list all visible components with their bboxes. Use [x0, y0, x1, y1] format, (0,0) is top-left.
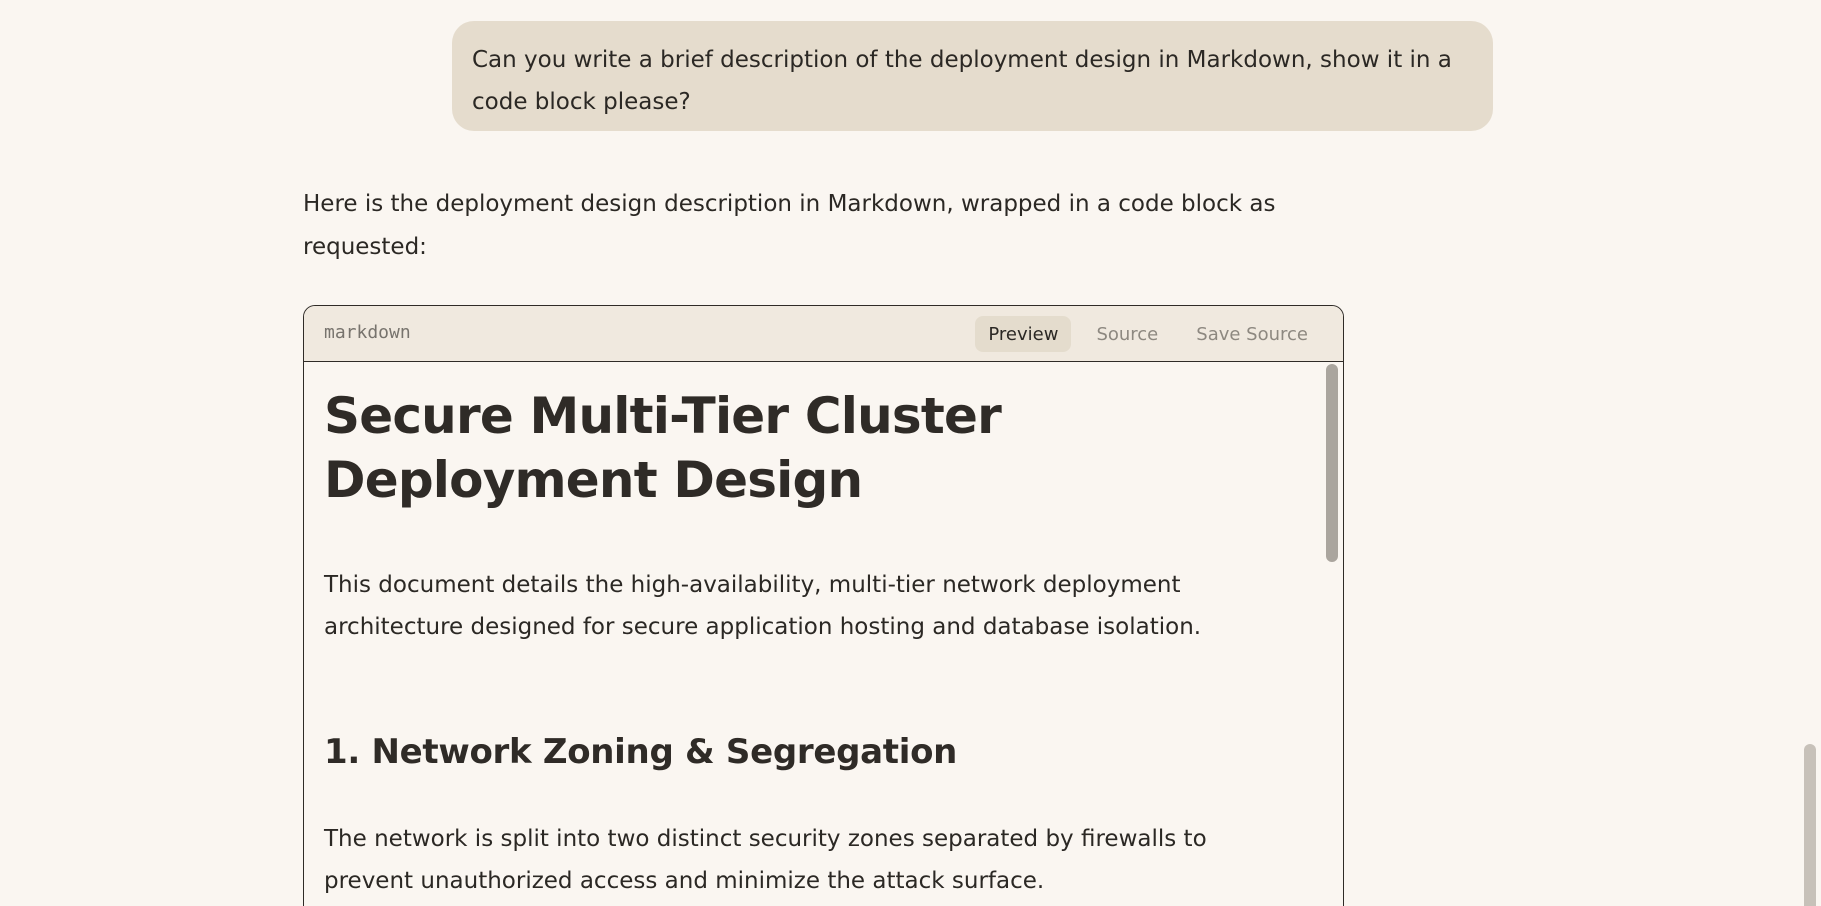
code-language-label: markdown [324, 322, 411, 343]
markdown-code-block: markdown Preview Source Save Source Secu… [303, 305, 1344, 906]
preview-button[interactable]: Preview [975, 316, 1072, 352]
document-title: Secure Multi-Tier Cluster Deployment Des… [324, 387, 1002, 509]
source-button[interactable]: Source [1083, 316, 1171, 352]
markdown-preview-area[interactable]: Secure Multi-Tier Cluster Deployment Des… [304, 362, 1343, 906]
preview-scrollbar[interactable] [1326, 364, 1338, 562]
user-message-bubble: Can you write a brief description of the… [452, 21, 1493, 131]
page-scrollbar[interactable] [1804, 744, 1816, 906]
chat-page: Can you write a brief description of the… [0, 0, 1821, 906]
section-paragraph-network-zoning: The network is split into two distinct s… [324, 826, 1207, 894]
save-source-button[interactable]: Save Source [1183, 316, 1321, 352]
user-message-text: Can you write a brief description of the… [472, 47, 1452, 115]
assistant-intro-text: Here is the deployment design descriptio… [303, 191, 1276, 260]
document-intro-paragraph: This document details the high-availabil… [324, 572, 1202, 640]
section-heading-network-zoning: 1. Network Zoning & Segregation [324, 732, 958, 772]
code-block-header: markdown Preview Source Save Source [304, 306, 1343, 362]
code-block-actions: Preview Source Save Source [975, 316, 1321, 352]
